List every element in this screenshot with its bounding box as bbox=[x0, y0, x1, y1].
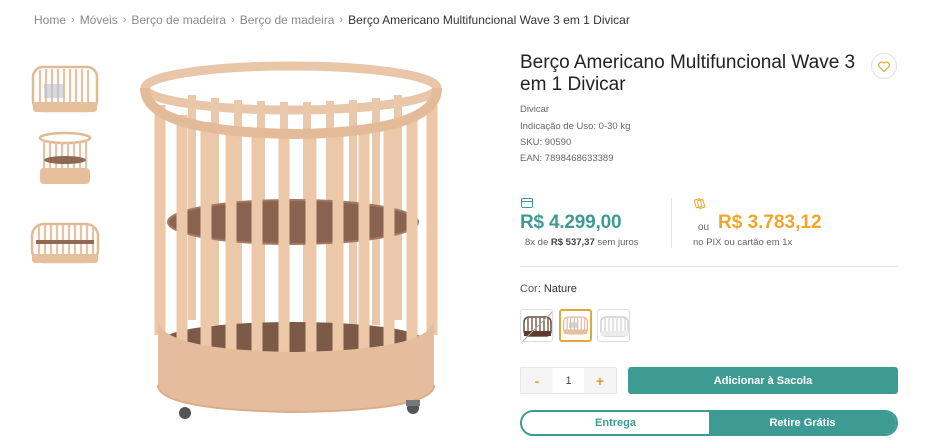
color-label-text: Cor: bbox=[520, 283, 541, 295]
breadcrumb: Home › Móveis › Berço de madeira › Berço… bbox=[34, 13, 630, 27]
pix-icon bbox=[694, 198, 705, 209]
delivery-option-entrega[interactable]: Entrega bbox=[522, 412, 709, 434]
add-to-bag-button[interactable]: Adicionar à Sacola bbox=[628, 367, 898, 394]
breadcrumb-home[interactable]: Home bbox=[34, 13, 66, 27]
price-divider bbox=[671, 198, 672, 248]
product-main-image[interactable] bbox=[130, 50, 460, 445]
breadcrumb-current: Berço Americano Multifuncional Wave 3 em… bbox=[348, 13, 630, 27]
color-label: Cor: Nature bbox=[520, 283, 577, 295]
delivery-toggle: Entrega Retire Grátis bbox=[520, 410, 898, 436]
installments-prefix: 8x de bbox=[525, 237, 549, 248]
quantity-decrease-button[interactable]: - bbox=[521, 368, 553, 393]
installments-suffix: sem juros bbox=[597, 237, 639, 248]
favorite-button[interactable] bbox=[871, 53, 897, 79]
product-ean: EAN: 7898468633389 bbox=[520, 153, 614, 164]
price-main: R$ 4.299,00 bbox=[520, 212, 622, 233]
product-title: Berço Americano Multifuncional Wave 3 em… bbox=[520, 52, 856, 95]
breadcrumb-moveis[interactable]: Móveis bbox=[80, 13, 118, 27]
section-divider bbox=[520, 266, 898, 267]
breadcrumb-berco-1[interactable]: Berço de madeira bbox=[131, 13, 226, 27]
chevron-right-icon: › bbox=[122, 14, 127, 26]
price-pix: R$ 3.783,12 bbox=[718, 212, 822, 233]
installments-info: 8x de R$ 537,37 sem juros bbox=[525, 237, 639, 248]
color-swatch-nature[interactable] bbox=[559, 309, 592, 342]
breadcrumb-berco-2[interactable]: Berço de madeira bbox=[240, 13, 335, 27]
quantity-stepper: - 1 + bbox=[520, 367, 617, 394]
product-usage: Indicação de Uso: 0-30 kg bbox=[520, 121, 631, 132]
chevron-right-icon: › bbox=[231, 14, 235, 26]
thumbnail-2[interactable] bbox=[30, 130, 100, 190]
heart-icon bbox=[878, 60, 890, 72]
color-value: Nature bbox=[543, 283, 577, 295]
product-brand: Divicar bbox=[520, 104, 550, 115]
delivery-option-retire[interactable]: Retire Grátis bbox=[709, 412, 896, 434]
or-label: ou bbox=[698, 222, 710, 233]
color-swatch-brown[interactable] bbox=[520, 309, 553, 342]
installment-value: R$ 537,37 bbox=[550, 237, 595, 248]
pix-note: no PIX ou cartão em 1x bbox=[693, 237, 793, 248]
quantity-value[interactable]: 1 bbox=[553, 375, 584, 387]
product-sku: SKU: 90590 bbox=[520, 137, 572, 148]
chevron-right-icon: › bbox=[71, 14, 75, 26]
thumbnail-1[interactable] bbox=[30, 62, 100, 122]
quantity-increase-button[interactable]: + bbox=[584, 368, 616, 393]
chevron-right-icon: › bbox=[339, 14, 344, 26]
color-swatch-white[interactable] bbox=[597, 309, 630, 342]
thumbnail-3[interactable] bbox=[30, 212, 100, 272]
credit-card-icon bbox=[521, 198, 533, 208]
